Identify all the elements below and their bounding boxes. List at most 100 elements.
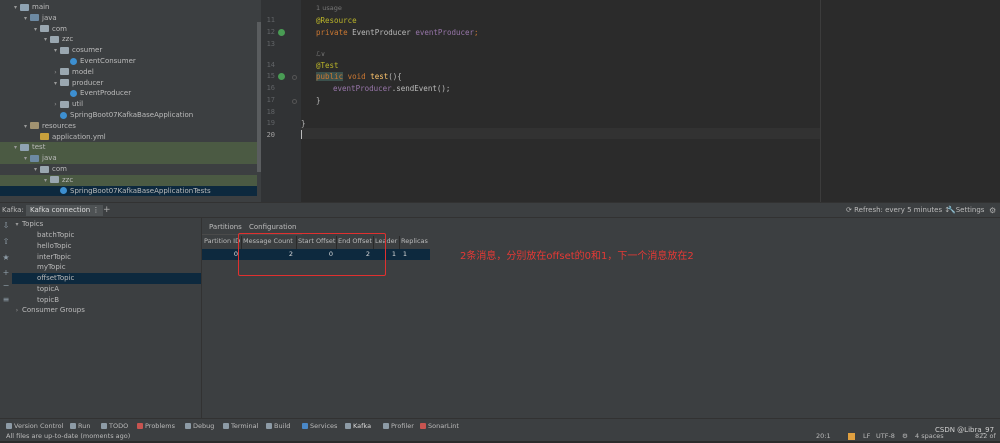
refresh-label: Refresh: every 5 minutes ↕: [854, 206, 951, 214]
status-message[interactable]: All files are up-to-date (moments ago): [6, 432, 130, 441]
folder-icon: [30, 122, 39, 130]
tool-window-terminal[interactable]: Terminal: [223, 419, 258, 433]
tree-item[interactable]: ▾ test: [0, 142, 257, 154]
tree-item-label: com: [52, 24, 67, 33]
tree-item[interactable]: ▾ main: [0, 2, 257, 13]
tool-window-profiler[interactable]: Profiler: [383, 419, 414, 433]
tree-item-label: zzc: [62, 175, 74, 184]
annotation-test: @Test: [316, 61, 339, 70]
topic-item[interactable]: helloTopic: [12, 241, 201, 252]
tree-item[interactable]: ▾ com: [0, 164, 257, 175]
line-number: 14: [266, 61, 275, 69]
line-separator[interactable]: LF: [863, 432, 870, 441]
tree-item[interactable]: ▾ producer: [0, 78, 257, 89]
tree-item[interactable]: ▾ zzc: [0, 34, 257, 45]
inlay-hint[interactable]: ℒ∨: [316, 50, 325, 58]
tree-item[interactable]: ▾ java: [0, 13, 257, 24]
folder-icon: [30, 154, 39, 162]
kafka-side-toolbar: ⇩ ⇧ ★ + − ≡: [0, 218, 12, 418]
file-encoding[interactable]: UTF-8: [876, 432, 895, 441]
tool-window-sonarlint[interactable]: SonarLint: [420, 419, 459, 433]
topics-node[interactable]: ▾ Topics: [12, 219, 201, 230]
tool-window-problems[interactable]: Problems: [137, 419, 175, 433]
tool-window-kafka[interactable]: Kafka: [345, 419, 371, 433]
tree-item[interactable]: ▾ com: [0, 24, 257, 35]
tool-window-debug[interactable]: Debug: [185, 419, 214, 433]
tree-item-label: java: [42, 13, 57, 22]
tool-window-build[interactable]: Build: [266, 419, 290, 433]
call-field: eventProducer: [333, 84, 392, 93]
code-editor[interactable]: 1 usage @Resource private EventProducer …: [301, 0, 1000, 202]
tree-item[interactable]: › util: [0, 99, 257, 110]
tree-item[interactable]: SpringBoot07KafkaBaseApplicationTests: [0, 185, 257, 197]
consumer-groups-node[interactable]: › Consumer Groups: [12, 305, 201, 316]
tab-partitions[interactable]: Partitions: [209, 222, 242, 233]
code-line-12: private EventProducer eventProducer;: [316, 28, 479, 37]
tool-window-label: Services: [310, 422, 338, 430]
tree-item[interactable]: ▾ java: [0, 153, 257, 164]
line-number: 16: [266, 84, 275, 92]
list-icon[interactable]: ≡: [2, 296, 10, 304]
minus-icon[interactable]: −: [2, 282, 10, 290]
tree-item-label: test: [32, 143, 46, 152]
col-replicas[interactable]: Replicas: [401, 236, 428, 247]
refresh-dropdown[interactable]: ⟳ Refresh: every 5 minutes ↕: [846, 203, 950, 218]
tool-window-label: SonarLint: [428, 422, 459, 430]
tool-window-label: Build: [274, 422, 291, 430]
tree-item[interactable]: EventConsumer: [0, 56, 257, 67]
tab-configuration[interactable]: Configuration: [249, 222, 296, 233]
topic-item[interactable]: batchTopic: [12, 230, 201, 241]
tool-window-label: Terminal: [231, 422, 259, 430]
more-icon[interactable]: ⋮: [92, 206, 99, 214]
caret-position[interactable]: 20:1: [816, 432, 831, 441]
import-icon[interactable]: ⇩: [2, 222, 10, 230]
run-test-icon[interactable]: [278, 73, 285, 80]
tree-item[interactable]: ▾ zzc: [0, 174, 257, 186]
tree-item[interactable]: › model: [0, 67, 257, 78]
annotation-note: 2条消息，分别放在offset的0和1，下一个消息放在2: [460, 251, 694, 262]
line-number: 11: [266, 16, 275, 24]
code-line-11: @Resource: [316, 16, 357, 25]
line-number: 17: [266, 96, 275, 104]
settings-button[interactable]: 🔧Settings: [947, 203, 984, 218]
tree-item[interactable]: EventProducer: [0, 88, 257, 99]
tree-item[interactable]: SpringBoot07KafkaBaseApplication: [0, 110, 257, 121]
tool-window-todo[interactable]: TODO: [101, 419, 128, 433]
method-close-brace: }: [316, 96, 321, 105]
tree-item[interactable]: application.yml: [0, 132, 257, 143]
star-icon[interactable]: ★: [2, 254, 10, 262]
topic-item[interactable]: myTopic: [12, 262, 201, 273]
tool-window-services[interactable]: Services: [302, 419, 337, 433]
tool-window-label: Debug: [193, 422, 215, 430]
problems-icon: [137, 423, 143, 429]
field-eventproducer: eventProducer: [415, 28, 475, 37]
method-test: test: [370, 72, 389, 81]
code-line-16: eventProducer.sendEvent();: [333, 84, 450, 93]
topic-item[interactable]: topicA: [12, 284, 201, 295]
kafka-toolbar: Kafka: Kafka connection ⋮ + ⟳ Refresh: e…: [0, 203, 1000, 218]
settings-label: Settings: [955, 206, 985, 214]
topic-item[interactable]: offsetTopic: [12, 273, 201, 285]
tree-item[interactable]: ▾ cosumer: [0, 45, 257, 56]
folder-icon: [20, 3, 29, 11]
export-icon[interactable]: ⇧: [2, 238, 10, 246]
tree-item[interactable]: ▾ resources: [0, 121, 257, 132]
keyword-void: void: [343, 72, 371, 81]
plus-icon[interactable]: +: [2, 269, 10, 277]
settings-sync-icon[interactable]: ⚙: [902, 432, 908, 441]
usage-hint[interactable]: 1 usage: [316, 4, 342, 12]
todo-icon: [101, 423, 107, 429]
topic-item[interactable]: interTopic: [12, 252, 201, 263]
col-partition-id[interactable]: Partition ID: [204, 236, 240, 247]
bean-icon[interactable]: [278, 29, 285, 36]
annotation-resource: @Resource: [316, 16, 357, 25]
tool-window-version-control[interactable]: Version Control: [6, 419, 63, 433]
add-icon[interactable]: +: [103, 203, 111, 218]
kafka-connection-tab[interactable]: Kafka connection ⋮: [26, 205, 104, 216]
line-number: 15: [266, 72, 275, 80]
tool-window-run[interactable]: Run: [70, 419, 90, 433]
fold-marker-icon[interactable]: [292, 99, 297, 104]
folder-icon: [40, 25, 49, 33]
gear-icon[interactable]: ⚙: [989, 203, 996, 218]
fold-marker-icon[interactable]: [292, 75, 297, 80]
